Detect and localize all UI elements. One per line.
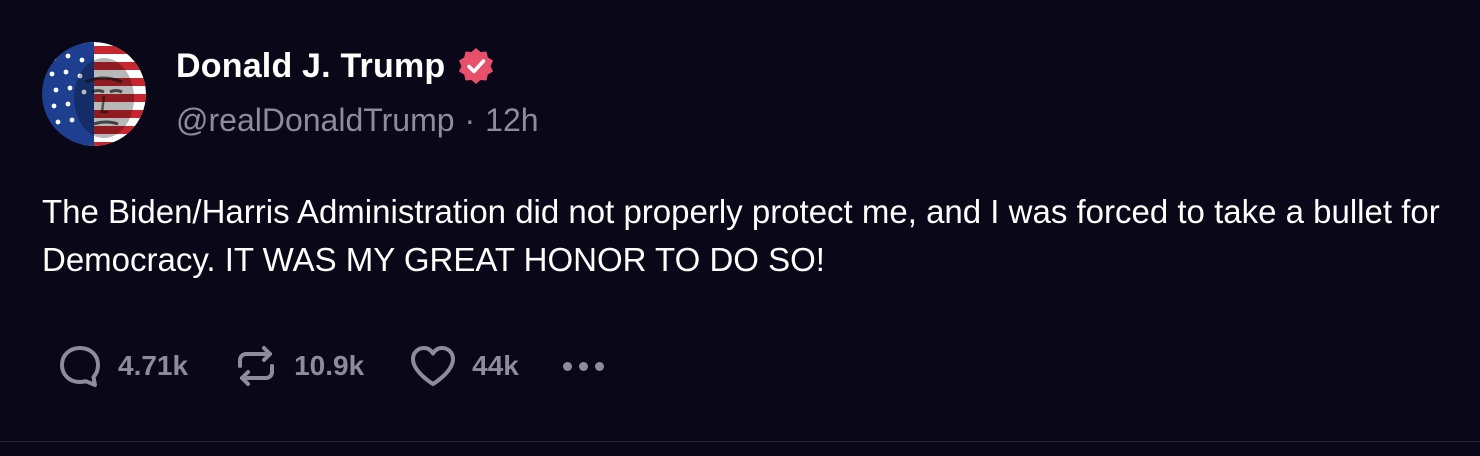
repost-arrows-icon — [238, 346, 275, 386]
verified-badge-icon — [457, 47, 495, 85]
reply-button[interactable]: 4.71k — [56, 342, 188, 390]
meta-separator: · — [464, 102, 476, 138]
more-options-button[interactable] — [562, 344, 611, 388]
post-timestamp[interactable]: 12h — [485, 102, 538, 139]
more-dot-icon — [578, 361, 588, 371]
repost-count: 10.9k — [294, 350, 365, 381]
more-dot-icon — [562, 361, 572, 371]
post-card: Donald J. Trump @realDonaldTrump · 12h T… — [0, 0, 1480, 456]
repost-button[interactable]: 10.9k — [232, 342, 364, 390]
author-avatar[interactable] — [42, 42, 146, 146]
like-count: 44k — [472, 350, 519, 381]
author-name-row: Donald J. Trump — [176, 44, 495, 88]
reply-count: 4.71k — [118, 350, 189, 381]
post-text: The Biden/Harris Administration did not … — [42, 193, 1440, 278]
author-meta-row: @realDonaldTrump · 12h — [176, 102, 539, 139]
post-actions: 4.71k 10.9k 44k — [56, 338, 611, 394]
author-display-name[interactable]: Donald J. Trump — [176, 47, 445, 86]
like-button[interactable]: 44k — [408, 342, 519, 390]
reply-bubble-icon — [60, 346, 100, 387]
heart-icon — [411, 346, 456, 386]
post-divider — [0, 441, 1480, 442]
author-handle[interactable]: @realDonaldTrump — [176, 102, 455, 139]
more-dot-icon — [594, 361, 604, 371]
flag-portrait-avatar-icon — [42, 42, 146, 146]
